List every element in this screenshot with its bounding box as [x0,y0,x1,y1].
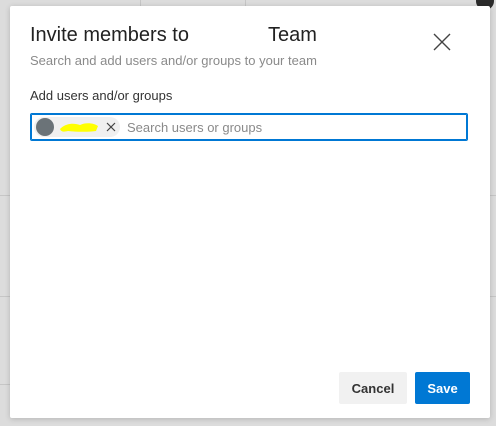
backdrop-divider [0,384,10,385]
dialog-title-team: Team [268,24,317,46]
backdrop-divider [0,296,10,297]
search-input[interactable] [127,117,457,137]
save-button[interactable]: Save [415,372,470,404]
dialog-title-text: Invite members to [30,24,189,46]
backdrop-divider [490,195,496,196]
dialog-title: Invite members to Team [30,24,317,47]
invite-members-dialog: Invite members to Team Search and add use… [10,6,490,418]
backdrop-divider [0,195,10,196]
close-button[interactable] [430,30,454,54]
user-group-picker[interactable] [30,113,468,141]
redacted-name-highlight [60,123,98,132]
cancel-button[interactable]: Cancel [339,372,407,404]
close-icon [106,122,116,132]
dialog-subtitle: Search and add users and/or groups to yo… [30,53,317,68]
selected-identity-chip [34,117,120,137]
close-icon [433,33,451,51]
picker-label: Add users and/or groups [30,88,173,103]
avatar [36,118,54,136]
remove-chip-button[interactable] [104,120,118,134]
backdrop-divider [490,296,496,297]
